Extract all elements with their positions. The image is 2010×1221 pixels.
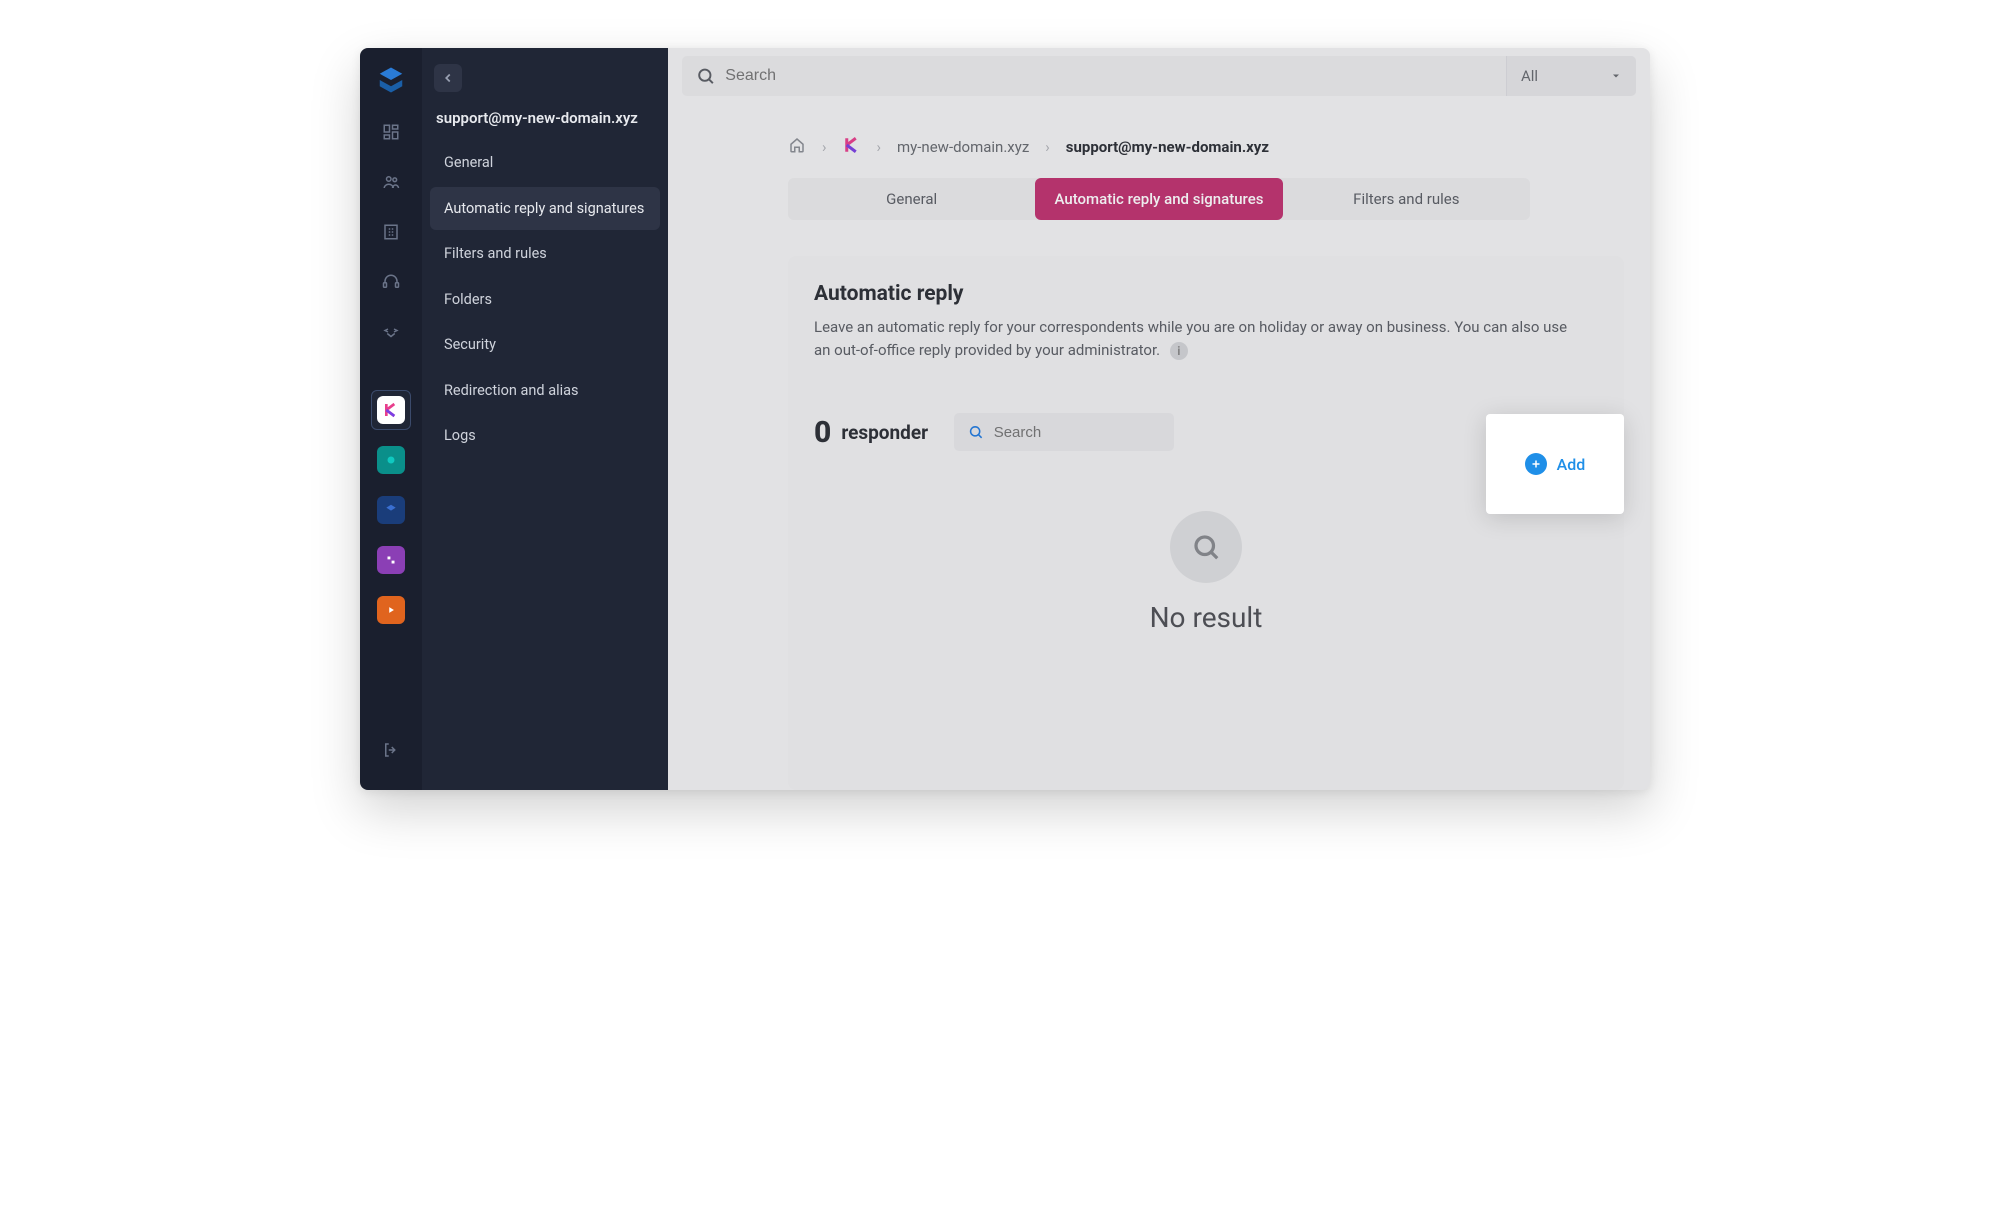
breadcrumb-current: support@my-new-domain.xyz <box>1066 138 1269 156</box>
rail-logout[interactable] <box>371 730 411 770</box>
add-responder-button[interactable]: Add <box>1486 414 1624 514</box>
rail-item-partners[interactable] <box>371 312 411 352</box>
sidebar: support@my-new-domain.xyz General Automa… <box>422 48 668 790</box>
rail-app-teal[interactable] <box>371 440 411 480</box>
search-icon <box>696 66 715 86</box>
empty-message: No result <box>1150 601 1263 634</box>
info-icon[interactable]: i <box>1170 342 1188 360</box>
sidebar-item-general[interactable]: General <box>430 141 660 185</box>
breadcrumb-separator: › <box>1045 138 1050 156</box>
tab-general[interactable]: General <box>788 178 1035 220</box>
rail-item-support[interactable] <box>371 262 411 302</box>
breadcrumb-home[interactable] <box>788 136 806 158</box>
global-search[interactable]: All <box>682 56 1636 96</box>
panel-title: Automatic reply <box>814 282 1598 306</box>
responder-summary: 0 responder <box>814 413 1598 451</box>
product-logo[interactable] <box>373 62 409 98</box>
topbar: All <box>668 48 1650 104</box>
panel-description: Leave an automatic reply for your corres… <box>814 316 1574 361</box>
responder-search-input[interactable] <box>994 424 1160 441</box>
tab-autoreply[interactable]: Automatic reply and signatures <box>1035 178 1282 220</box>
home-icon <box>788 136 806 154</box>
search-filter-dropdown[interactable]: All <box>1506 56 1636 96</box>
sidebar-item-autoreply[interactable]: Automatic reply and signatures <box>430 187 660 231</box>
empty-icon <box>1170 511 1242 583</box>
rail-app-orange[interactable] <box>371 590 411 630</box>
sidebar-item-redirection[interactable]: Redirection and alias <box>430 369 660 413</box>
icon-rail <box>360 48 422 790</box>
account-label: support@my-new-domain.xyz <box>430 108 660 141</box>
responder-count: 0 <box>814 415 831 450</box>
search-icon <box>1191 532 1221 562</box>
sidebar-item-filters[interactable]: Filters and rules <box>430 232 660 276</box>
tab-filters[interactable]: Filters and rules <box>1283 178 1530 220</box>
rail-app-purple[interactable] <box>371 540 411 580</box>
back-button[interactable] <box>434 64 462 92</box>
search-icon <box>968 423 984 441</box>
global-search-input[interactable] <box>725 67 1492 85</box>
breadcrumb-app-icon[interactable] <box>843 136 861 158</box>
search-filter-label: All <box>1521 67 1538 85</box>
empty-state: No result <box>814 511 1598 634</box>
breadcrumb-separator: › <box>822 138 827 156</box>
rail-item-users[interactable] <box>371 162 411 202</box>
tabs: General Automatic reply and signatures F… <box>788 178 1530 220</box>
plus-icon <box>1525 453 1547 475</box>
breadcrumb-domain[interactable]: my-new-domain.xyz <box>897 138 1029 156</box>
responder-search[interactable] <box>954 413 1174 451</box>
breadcrumb-separator: › <box>877 138 882 156</box>
rail-app-ksuite[interactable] <box>371 390 411 430</box>
rail-item-org[interactable] <box>371 212 411 252</box>
sidebar-item-folders[interactable]: Folders <box>430 278 660 322</box>
sidebar-item-logs[interactable]: Logs <box>430 414 660 458</box>
autoreply-panel: Automatic reply Leave an automatic reply… <box>788 256 1624 790</box>
sidebar-item-security[interactable]: Security <box>430 323 660 367</box>
rail-app-blue[interactable] <box>371 490 411 530</box>
app-window: support@my-new-domain.xyz General Automa… <box>360 48 1650 790</box>
responder-count-label: responder <box>841 421 928 444</box>
main-content: All › › my-new-domain.xyz › support@my-n… <box>668 48 1650 790</box>
chevron-down-icon <box>1610 70 1622 82</box>
breadcrumb: › › my-new-domain.xyz › support@my-new-d… <box>668 104 1650 178</box>
rail-item-dashboard[interactable] <box>371 112 411 152</box>
add-label: Add <box>1557 455 1586 474</box>
